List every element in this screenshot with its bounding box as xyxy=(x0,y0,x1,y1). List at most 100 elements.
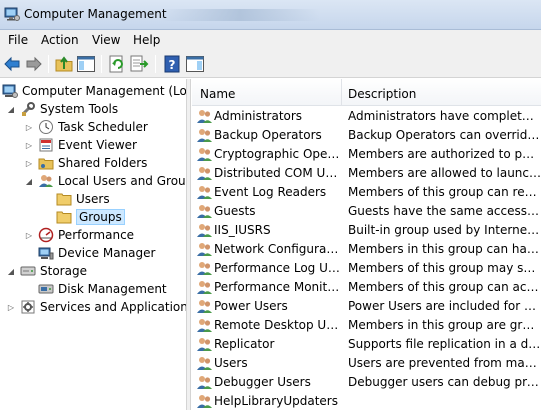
collapse-arrow-icon[interactable]: ◢ xyxy=(24,176,34,186)
table-row[interactable]: Backup Operators Backup Operators can ove… xyxy=(192,126,541,145)
table-row[interactable]: Cryptographic Operat... Members are autho… xyxy=(192,145,541,164)
table-row[interactable]: Debugger Users Debugger users can debug p… xyxy=(192,373,541,392)
table-row[interactable]: Distributed COM Users Members are allowed… xyxy=(192,164,541,183)
group-icon xyxy=(197,357,212,370)
table-row[interactable]: Network Configuratio... Members in this g… xyxy=(192,240,541,259)
clock-icon xyxy=(39,120,53,134)
group-description: Administrators have complete an... xyxy=(348,109,541,123)
groups-list: Name Description Administrators Administr… xyxy=(192,79,541,410)
forward-icon[interactable] xyxy=(24,54,44,74)
table-row[interactable]: Administrators Administrators have comple… xyxy=(192,107,541,126)
storage-icon xyxy=(20,266,36,276)
tree-item-label: Computer Management (Local xyxy=(22,84,187,98)
tree-item-device-manager[interactable]: Device Manager xyxy=(38,244,155,262)
group-description: Members are allowed to launch, a... xyxy=(348,166,541,180)
expand-arrow-icon[interactable]: ▷ xyxy=(6,302,16,312)
group-icon xyxy=(197,224,212,237)
tree-item-label: System Tools xyxy=(40,102,119,116)
table-row[interactable]: Event Log Readers Members of this group c… xyxy=(192,183,541,202)
toolbar-separator xyxy=(48,55,49,73)
tree-item-local-users-and-groups[interactable]: ◢ Local Users and Groups xyxy=(24,172,187,190)
tree-item-shared-folders[interactable]: ▷ Shared Folders xyxy=(24,154,147,172)
group-name: Performance Monitor ... xyxy=(214,280,340,294)
menu-help[interactable]: Help xyxy=(133,33,160,47)
expand-arrow-icon[interactable]: ▷ xyxy=(24,122,34,132)
table-row[interactable]: HelpLibraryUpdaters xyxy=(192,392,541,410)
up-folder-icon[interactable] xyxy=(54,54,74,74)
group-icon xyxy=(197,148,212,161)
group-name: Cryptographic Operat... xyxy=(214,147,340,161)
system-tools-icon xyxy=(21,102,35,116)
tree-item-performance[interactable]: ▷ Performance xyxy=(24,226,134,244)
collapse-arrow-icon[interactable]: ◢ xyxy=(6,104,16,114)
export-list-icon[interactable] xyxy=(129,54,149,74)
folder-icon xyxy=(56,193,72,206)
group-name: Users xyxy=(214,356,248,370)
pane-splitter[interactable] xyxy=(187,79,191,410)
collapse-arrow-icon[interactable]: ◢ xyxy=(6,266,16,276)
refresh-icon[interactable] xyxy=(107,54,127,74)
group-icon xyxy=(197,300,212,313)
users-groups-icon xyxy=(39,175,53,187)
group-icon xyxy=(197,129,212,142)
table-row[interactable]: Users Users are prevented from making ... xyxy=(192,354,541,373)
group-description: Debugger users can debug proces... xyxy=(348,375,541,389)
menu-bar: File Action View Help xyxy=(0,30,541,51)
tree-item-computer-management[interactable]: Computer Management (Local xyxy=(2,82,187,100)
computer-management-icon xyxy=(4,7,20,21)
group-icon xyxy=(197,338,212,351)
tree-item-system-tools[interactable]: ◢ System Tools xyxy=(6,100,118,118)
show-hide-tree-icon[interactable] xyxy=(76,54,96,74)
group-icon xyxy=(197,376,212,389)
tree-item-event-viewer[interactable]: ▷ Event Viewer xyxy=(24,136,137,154)
tree-item-storage[interactable]: ◢ Storage xyxy=(6,262,87,280)
group-name: Power Users xyxy=(214,299,288,313)
tree-item-label: Device Manager xyxy=(58,246,156,260)
group-description: Built-in group used by Internet Inf... xyxy=(348,223,541,237)
group-description: Members are authorized to perfor... xyxy=(348,147,541,161)
toolbar-separator xyxy=(155,55,156,73)
menu-file[interactable]: File xyxy=(8,33,28,47)
tree-item-disk-management[interactable]: Disk Management xyxy=(38,280,167,298)
tree-item-label: Local Users and Groups xyxy=(58,174,187,188)
expand-arrow-icon[interactable]: ▷ xyxy=(24,158,34,168)
toolbar-separator xyxy=(101,55,102,73)
table-row[interactable]: Guests Guests have the same access as m..… xyxy=(192,202,541,221)
tree-item-label: Disk Management xyxy=(58,282,167,296)
table-row[interactable]: Performance Monitor ... Members of this g… xyxy=(192,278,541,297)
expand-arrow-icon[interactable]: ▷ xyxy=(24,140,34,150)
column-divider[interactable] xyxy=(341,79,342,106)
column-header-description[interactable]: Description xyxy=(348,87,416,101)
table-row[interactable]: Replicator Supports file replication in a… xyxy=(192,335,541,354)
title-bar-blur xyxy=(160,9,320,21)
tree-item-task-scheduler[interactable]: ▷ Task Scheduler xyxy=(24,118,148,136)
group-icon xyxy=(197,319,212,332)
tree-item-label: Event Viewer xyxy=(58,138,137,152)
table-row[interactable]: IIS_IUSRS Built-in group used by Internet… xyxy=(192,221,541,240)
group-description: Members of this group can read e... xyxy=(348,185,541,199)
group-description: Members in this group are grante... xyxy=(348,318,541,332)
menu-action[interactable]: Action xyxy=(41,33,79,47)
table-row[interactable]: Power Users Power Users are included for … xyxy=(192,297,541,316)
table-row[interactable]: Remote Desktop Users Members in this grou… xyxy=(192,316,541,335)
tree-item-users[interactable]: Users xyxy=(56,190,110,208)
tree-item-label: Storage xyxy=(40,264,87,278)
group-name: IIS_IUSRS xyxy=(214,223,271,237)
expand-arrow-icon[interactable]: ▷ xyxy=(24,230,34,240)
group-icon xyxy=(197,262,212,275)
computer-management-icon xyxy=(2,84,18,98)
group-name: Event Log Readers xyxy=(214,185,327,199)
group-name: Replicator xyxy=(214,337,275,351)
menu-view[interactable]: View xyxy=(92,33,120,47)
back-icon[interactable] xyxy=(2,54,22,74)
show-hide-action-pane-icon[interactable] xyxy=(185,54,205,74)
group-icon xyxy=(197,281,212,294)
table-row[interactable]: Performance Log Users Members of this gro… xyxy=(192,259,541,278)
performance-icon xyxy=(38,227,54,243)
group-description: Users are prevented from making ... xyxy=(348,356,541,370)
help-icon[interactable]: ? xyxy=(162,54,182,74)
list-header: Name Description xyxy=(192,79,541,106)
tree-item-groups[interactable]: Groups xyxy=(56,208,125,226)
column-header-name[interactable]: Name xyxy=(200,87,235,101)
tree-item-services-and-applications[interactable]: ▷ Services and Applications xyxy=(6,298,186,316)
